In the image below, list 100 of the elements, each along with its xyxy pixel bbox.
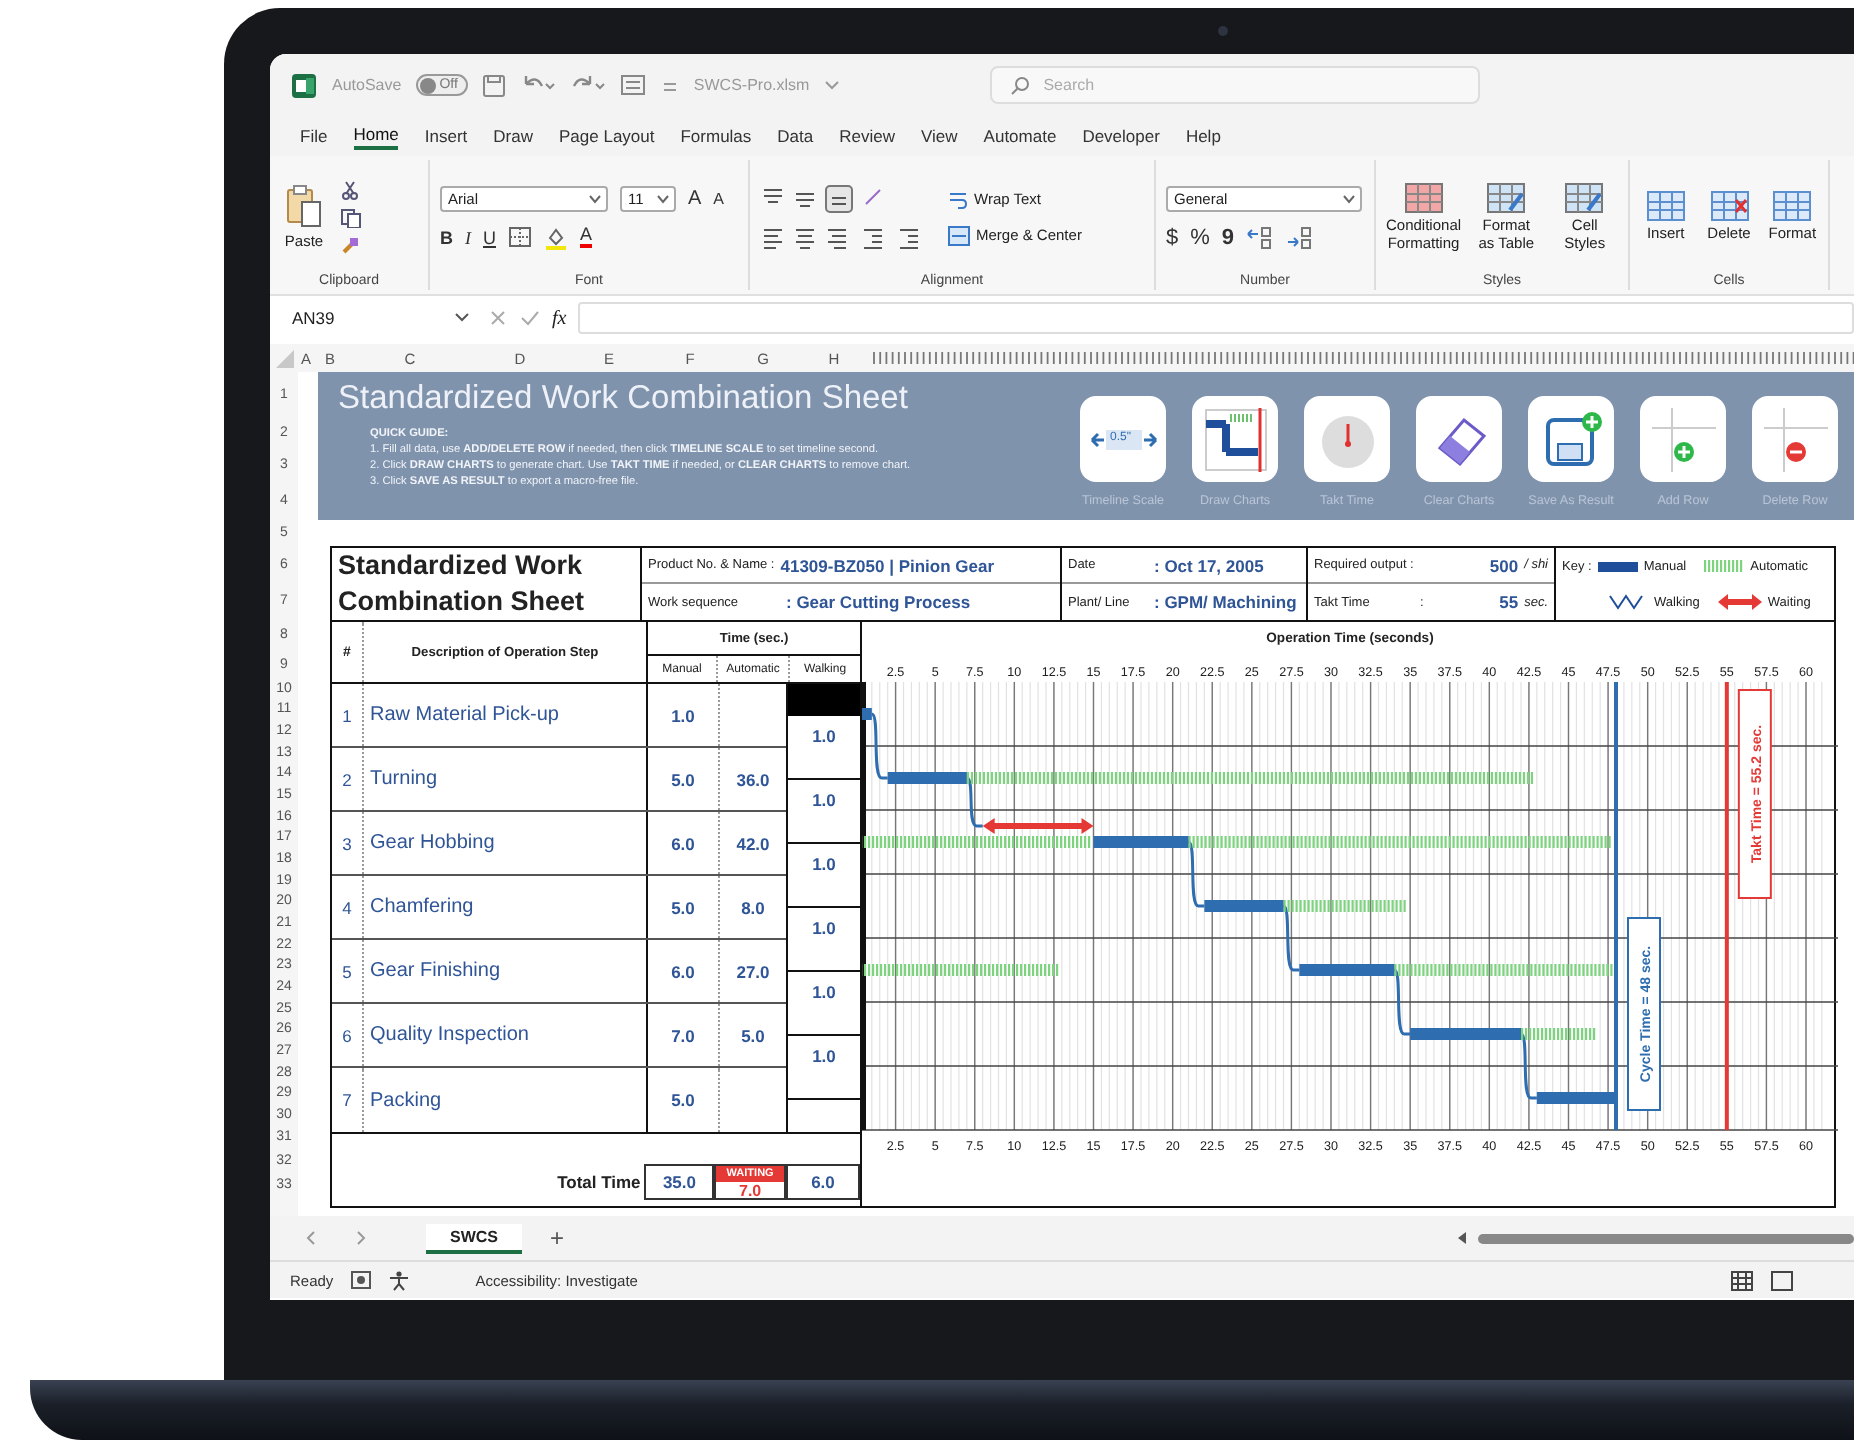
insert-function-button[interactable]: fx <box>552 307 567 329</box>
menu-tab[interactable]: View <box>921 122 958 150</box>
automatic-bar <box>1521 1028 1596 1040</box>
step-number: 1 <box>332 684 364 746</box>
form-icon[interactable] <box>619 74 646 96</box>
manual-time: 5.0 <box>648 1068 720 1132</box>
percent-button[interactable]: % <box>1190 225 1210 249</box>
macro-record-icon[interactable] <box>349 1270 372 1290</box>
borders-icon[interactable] <box>508 226 532 248</box>
comma-style-button[interactable]: 9 <box>1221 225 1235 249</box>
total-manual: 35.0 <box>644 1164 715 1200</box>
normal-view-icon[interactable] <box>1730 1269 1754 1291</box>
manual-time: 1.0 <box>648 684 720 746</box>
camera-dot <box>1218 26 1228 36</box>
waiting-arrow <box>982 818 1094 834</box>
search-icon <box>1009 76 1030 96</box>
caret-icon <box>656 193 670 203</box>
double-arrow-icon <box>1089 425 1157 453</box>
underline-button[interactable]: U <box>483 227 496 247</box>
menu-tab[interactable]: File <box>300 122 328 150</box>
manual-bar <box>887 772 967 784</box>
manual-time: 5.0 <box>648 876 720 938</box>
macro-button[interactable] <box>1416 396 1502 482</box>
manual-bar <box>862 708 872 720</box>
automatic-bar <box>1283 900 1406 912</box>
copy-icon[interactable] <box>340 207 362 227</box>
manual-bar <box>1204 900 1284 912</box>
fill-color-icon[interactable] <box>544 225 568 249</box>
page-layout-view-icon[interactable] <box>1770 1269 1794 1291</box>
autosave-label: AutoSave <box>332 76 402 94</box>
menu-tab[interactable]: Insert <box>424 122 468 150</box>
step-name: Gear Hobbing <box>364 812 648 874</box>
macro-button[interactable] <box>1752 396 1838 482</box>
field-value: 500 <box>1489 555 1519 575</box>
cancel-icon[interactable] <box>488 308 508 328</box>
menu-tab[interactable]: Developer <box>1082 122 1160 150</box>
automatic-time: 8.0 <box>739 895 767 921</box>
menu-tab[interactable]: Review <box>839 122 896 150</box>
format-painter-icon[interactable] <box>340 235 360 255</box>
walking-connector <box>965 776 983 828</box>
scroll-left-icon[interactable] <box>1454 1230 1470 1246</box>
grow-font-button[interactable]: A <box>688 187 702 209</box>
walking-time: 1.0 <box>788 1036 860 1100</box>
horizontal-scrollbar[interactable] <box>1478 1233 1854 1243</box>
shrink-font-button[interactable]: A <box>713 189 725 207</box>
walking-time: 1.0 <box>788 780 860 844</box>
wave-icon <box>1608 594 1648 610</box>
menu-tab[interactable]: Automate <box>983 122 1057 150</box>
total-waiting: 7.0 <box>739 1181 762 1199</box>
caret-icon <box>454 312 470 324</box>
walking-connector <box>1187 840 1205 908</box>
automatic-time: 27.0 <box>734 959 772 985</box>
table-style-icon <box>1564 181 1605 214</box>
automatic-time: 36.0 <box>734 767 772 793</box>
menu-tab[interactable]: Draw <box>493 122 533 150</box>
chevron-down-icon[interactable] <box>823 79 840 91</box>
walking-time: 1.0 <box>788 844 860 908</box>
cut-icon[interactable] <box>340 179 360 199</box>
walking-time: 1.0 <box>788 908 860 972</box>
menu-tab[interactable]: Home <box>353 122 399 150</box>
check-icon[interactable] <box>520 308 540 328</box>
manual-time: 6.0 <box>648 940 720 1002</box>
increase-decimal-icon[interactable] <box>1246 225 1275 249</box>
decrease-decimal-icon[interactable] <box>1286 225 1315 249</box>
add-sheet-button[interactable]: + <box>550 1224 565 1252</box>
step-number: 6 <box>332 1004 364 1066</box>
font-color-button[interactable]: A <box>580 226 593 248</box>
step-name: Packing <box>364 1068 648 1132</box>
field-value: 41309-BZ050 | Pinion Gear <box>780 555 995 575</box>
save-icon[interactable] <box>481 73 506 97</box>
walking-time: 1.0 <box>788 972 860 1036</box>
table-cells-icon <box>1645 190 1686 223</box>
total-label: Total Time <box>555 1172 643 1192</box>
accessibility-icon <box>387 1269 410 1291</box>
sheet-title: Standardized Work Combination Sheet <box>332 548 642 620</box>
delete-row-icon <box>1759 403 1831 475</box>
menu-tab[interactable]: Help <box>1185 122 1221 150</box>
macro-button[interactable] <box>1528 396 1614 482</box>
manual-bar-icon <box>1597 561 1638 571</box>
menu-tab[interactable]: Page Layout <box>559 122 655 150</box>
bold-button[interactable]: B <box>440 227 453 247</box>
step-name: Gear Finishing <box>364 940 648 1002</box>
step-chart-icon <box>1201 405 1269 473</box>
menu-tab[interactable]: Formulas <box>680 122 752 150</box>
currency-button[interactable]: $ <box>1166 225 1179 249</box>
automatic-time: 42.0 <box>734 831 772 857</box>
search-field[interactable]: Search <box>989 66 1480 104</box>
automatic-time: 5.0 <box>739 1023 767 1049</box>
formula-input[interactable] <box>578 302 1854 334</box>
italic-button[interactable]: I <box>465 227 471 247</box>
step-name: Turning <box>364 748 648 810</box>
walking-connector <box>1393 968 1411 1036</box>
field-value: 55 <box>1499 592 1519 612</box>
sheet-tab[interactable]: SWCS <box>426 1223 522 1253</box>
menu-tab[interactable]: Data <box>777 122 814 150</box>
spreadsheet-app-icon <box>290 71 318 99</box>
walking-connector <box>870 712 888 780</box>
macro-button[interactable] <box>1192 396 1278 482</box>
step-number: 2 <box>332 748 364 810</box>
table-cells-icon <box>1772 190 1813 223</box>
